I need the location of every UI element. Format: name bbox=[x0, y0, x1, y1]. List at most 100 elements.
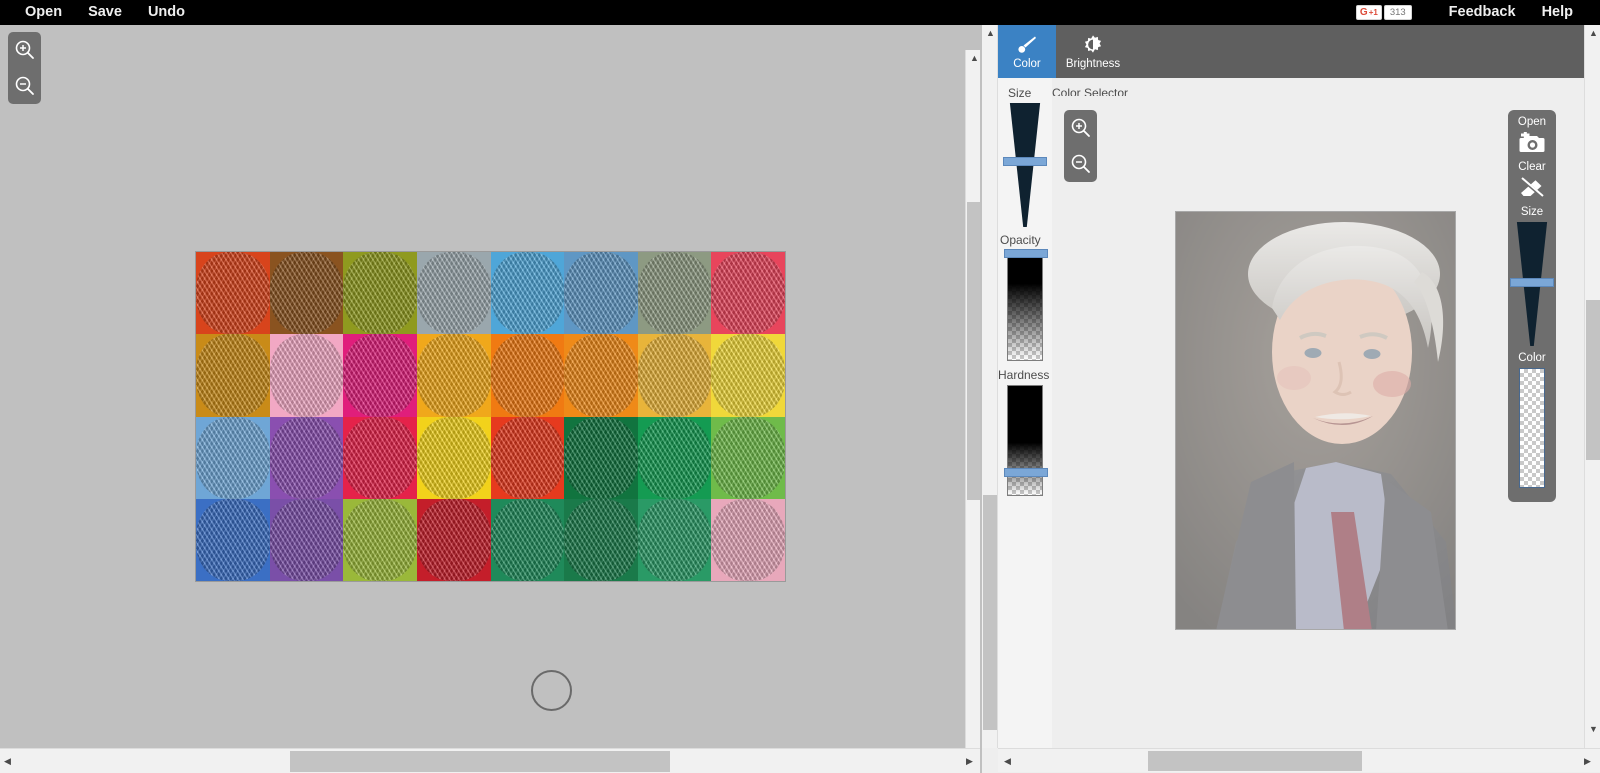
google-plus-one-widget[interactable]: G +1 313 bbox=[1355, 5, 1412, 20]
palette-size-label: Size bbox=[1520, 206, 1544, 218]
add-photo-icon[interactable] bbox=[1518, 131, 1546, 155]
yarn-ball bbox=[564, 498, 638, 581]
hardness-slider-track[interactable] bbox=[1004, 385, 1048, 496]
panel-scroll-left-arrow[interactable]: ◀ bbox=[1004, 757, 1011, 766]
menu-item-feedback[interactable]: Feedback bbox=[1436, 0, 1529, 25]
panel-vscroll-down-arrow[interactable]: ▼ bbox=[1589, 725, 1598, 734]
yarn-ball bbox=[637, 498, 712, 581]
yarn-ball bbox=[343, 416, 417, 500]
yarn-ball bbox=[711, 252, 785, 335]
hardness-slider[interactable] bbox=[1004, 385, 1048, 496]
google-plus-one-button[interactable]: G +1 bbox=[1355, 5, 1382, 20]
palette-size-slider[interactable] bbox=[1510, 222, 1554, 346]
palette-color-swatch[interactable] bbox=[1519, 368, 1545, 488]
yarn-ball bbox=[711, 334, 785, 417]
yarn-ball bbox=[490, 416, 565, 500]
yarn-ball bbox=[490, 252, 565, 335]
scroll-right-arrow[interactable]: ▶ bbox=[966, 757, 973, 766]
yarn-ball bbox=[343, 498, 417, 581]
yarn-ball bbox=[196, 252, 270, 335]
preview-lighten-overlay bbox=[1176, 212, 1455, 629]
size-slider-label: Size bbox=[1008, 86, 1032, 100]
top-menu-left-group: Open Save Undo bbox=[0, 0, 198, 25]
hardness-slider-label: Hardness bbox=[998, 368, 1050, 382]
google-plus-one-count: 313 bbox=[1383, 5, 1412, 20]
panel-horizontal-scrollbar[interactable]: ◀ ▶ bbox=[998, 748, 1600, 772]
yarn-ball bbox=[490, 334, 565, 417]
main-canvas[interactable] bbox=[0, 25, 965, 748]
menu-item-undo[interactable]: Undo bbox=[135, 0, 198, 25]
menu-item-help[interactable]: Help bbox=[1529, 0, 1586, 25]
yarn-row bbox=[196, 252, 785, 335]
menu-item-save[interactable]: Save bbox=[75, 0, 135, 25]
panel-scroll-up-arrow[interactable]: ▲ bbox=[986, 29, 995, 38]
zoom-in-icon[interactable] bbox=[1068, 115, 1094, 141]
brush-cursor-circle bbox=[531, 670, 572, 711]
opacity-slider-thumb[interactable] bbox=[1004, 249, 1048, 258]
yarn-ball bbox=[564, 334, 638, 417]
zoom-in-icon[interactable] bbox=[12, 37, 38, 63]
yarn-ball bbox=[637, 252, 712, 335]
palette-size-slider-thumb[interactable] bbox=[1510, 278, 1554, 287]
yarn-ball bbox=[711, 498, 785, 581]
top-menu-bar: Open Save Undo G +1 313 Feedback Help bbox=[0, 0, 1600, 25]
tab-color-label: Color bbox=[1013, 58, 1041, 70]
yarn-ball bbox=[416, 252, 491, 335]
color-selector-zoom-controls bbox=[1064, 110, 1097, 182]
panel-left-scroll-thumb[interactable] bbox=[983, 495, 997, 730]
scroll-up-arrow[interactable]: ▲ bbox=[970, 54, 979, 63]
brightness-contrast-icon bbox=[1082, 33, 1104, 57]
palette-clear-label: Clear bbox=[1518, 161, 1546, 173]
canvas-image-yarn[interactable] bbox=[195, 251, 786, 582]
yarn-ball bbox=[637, 416, 712, 500]
canvas-horizontal-scrollbar[interactable]: ◀ ▶ bbox=[0, 748, 980, 773]
size-slider-track[interactable] bbox=[1003, 103, 1047, 227]
size-slider-thumb[interactable] bbox=[1003, 157, 1047, 166]
yarn-ball bbox=[343, 334, 417, 417]
top-menu-right-group: G +1 313 Feedback Help bbox=[1355, 0, 1600, 25]
eraser-slash-icon[interactable] bbox=[1519, 176, 1545, 200]
panel-left-scrollbar[interactable]: ▲ bbox=[982, 25, 998, 748]
menu-item-open[interactable]: Open bbox=[12, 0, 75, 25]
brush-sliders-column: Size Opacity Hardness bbox=[998, 78, 1052, 748]
yarn-ball bbox=[564, 416, 638, 500]
yarn-ball bbox=[269, 498, 344, 581]
tab-color[interactable]: Color bbox=[998, 25, 1056, 78]
palette-open-label: Open bbox=[1517, 116, 1547, 128]
yarn-ball bbox=[416, 416, 491, 500]
panel-tab-bar: Color Brightness bbox=[998, 25, 1600, 78]
tab-brightness[interactable]: Brightness bbox=[1056, 25, 1130, 78]
opacity-slider[interactable] bbox=[1004, 249, 1048, 361]
yarn-ball bbox=[711, 416, 785, 500]
size-slider[interactable] bbox=[1003, 103, 1047, 227]
yarn-ball bbox=[269, 252, 344, 335]
zoom-out-icon[interactable] bbox=[1068, 151, 1094, 177]
panel-vscroll-thumb[interactable] bbox=[1586, 300, 1600, 460]
yarn-ball bbox=[196, 334, 270, 417]
yarn-row bbox=[196, 334, 785, 417]
panel-vscroll-up-arrow[interactable]: ▲ bbox=[1589, 29, 1598, 38]
yarn-row bbox=[196, 416, 785, 500]
canvas-vertical-scrollbar[interactable]: ▲ ▼ bbox=[965, 50, 980, 748]
yarn-ball bbox=[269, 334, 344, 417]
yarn-ball bbox=[196, 498, 270, 581]
yarn-ball bbox=[416, 334, 491, 417]
paintbrush-icon bbox=[1015, 33, 1039, 57]
floating-tool-palette: Open Clear Size Color bbox=[1508, 110, 1556, 502]
canvas-zoom-controls bbox=[8, 32, 41, 104]
tab-brightness-label: Brightness bbox=[1065, 58, 1121, 70]
opacity-slider-track[interactable] bbox=[1004, 249, 1048, 361]
zoom-out-icon[interactable] bbox=[12, 73, 38, 99]
canvas-vscroll-thumb[interactable] bbox=[967, 202, 980, 500]
color-selector-preview-image[interactable] bbox=[1175, 211, 1456, 630]
color-selector-canvas[interactable] bbox=[1052, 96, 1583, 729]
hardness-slider-thumb[interactable] bbox=[1004, 468, 1048, 477]
canvas-hscroll-thumb[interactable] bbox=[290, 751, 670, 772]
yarn-ball bbox=[343, 252, 417, 335]
yarn-ball bbox=[196, 416, 270, 500]
opacity-gradient-graphic bbox=[1008, 251, 1042, 360]
panel-vertical-scrollbar[interactable]: ▲ ▼ bbox=[1584, 25, 1600, 748]
scroll-left-arrow[interactable]: ◀ bbox=[4, 757, 11, 766]
panel-hscroll-thumb[interactable] bbox=[1148, 751, 1362, 771]
panel-scroll-right-arrow[interactable]: ▶ bbox=[1584, 757, 1591, 766]
